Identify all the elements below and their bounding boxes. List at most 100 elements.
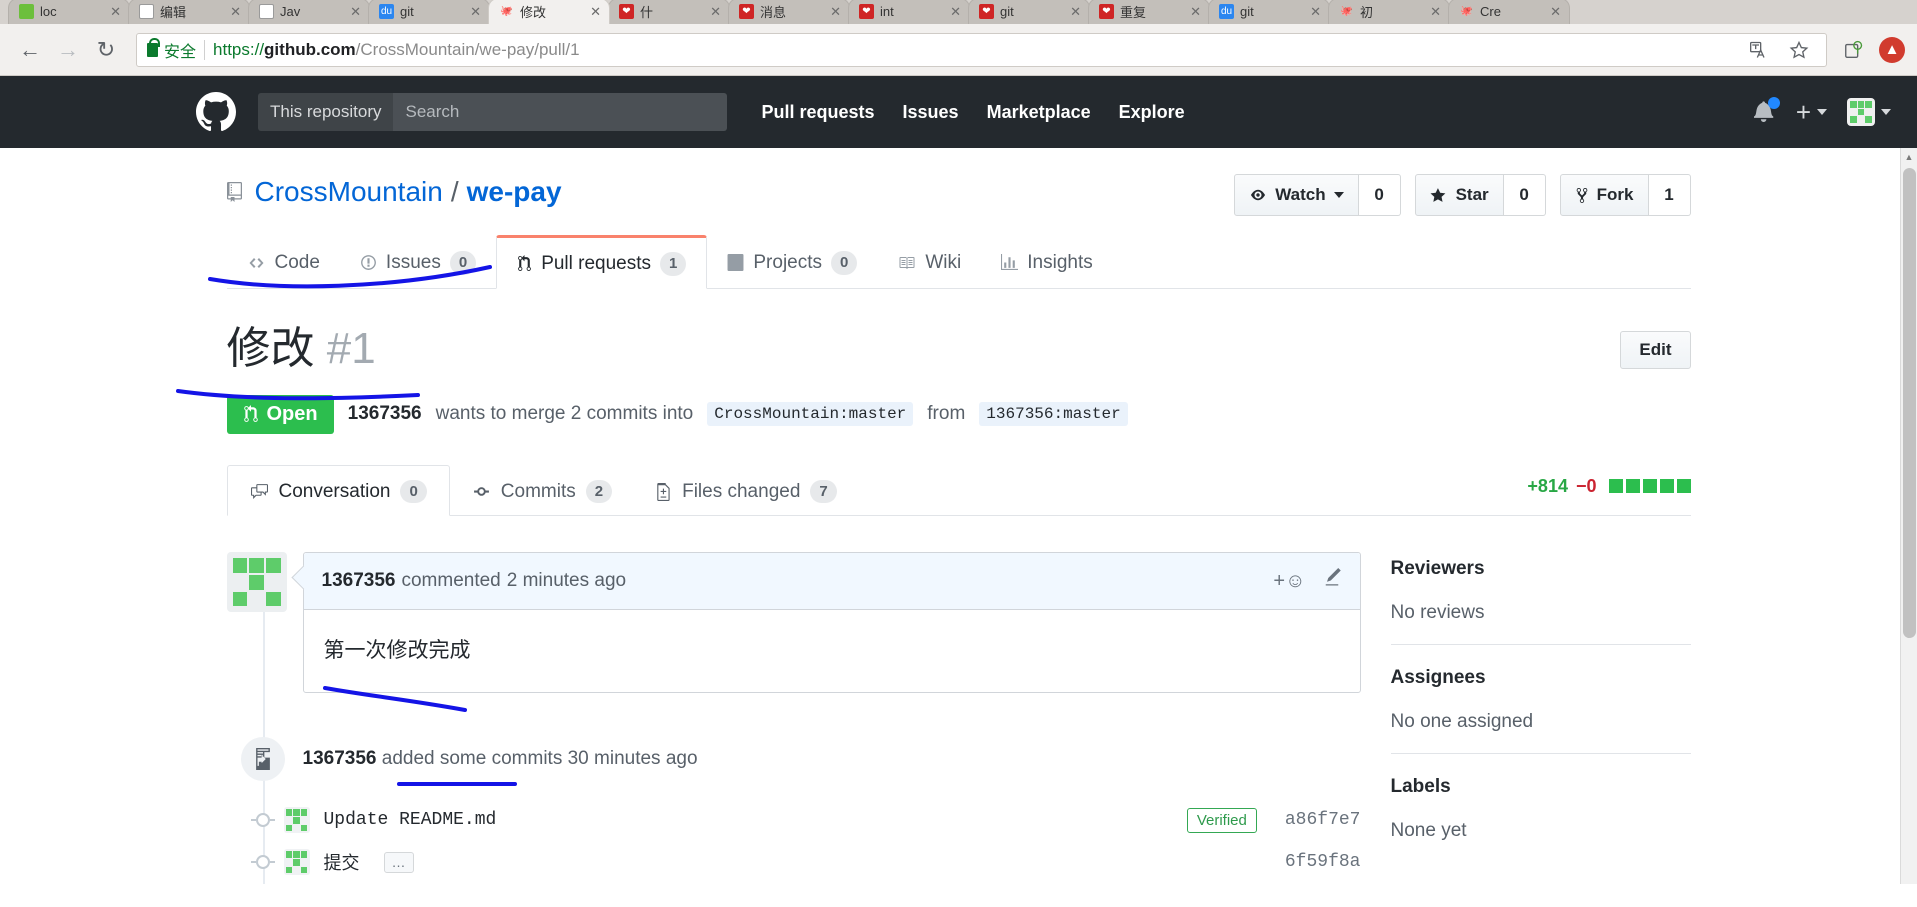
avatar[interactable] bbox=[283, 849, 310, 876]
sidebar-heading[interactable]: Reviewers bbox=[1391, 558, 1691, 580]
url-text: https://github.com/CrossMountain/we-pay/… bbox=[213, 40, 580, 60]
address-bar[interactable]: 安全 https://github.com/CrossMountain/we-p… bbox=[136, 32, 1827, 67]
user-avatar-icon bbox=[1847, 98, 1875, 126]
page-scrollbar[interactable]: ▲ bbox=[1900, 148, 1917, 885]
repo-tab-pull-requests[interactable]: Pull requests 1 bbox=[496, 235, 708, 289]
repo-tab-insights[interactable]: Insights bbox=[981, 235, 1112, 289]
watch-button-group[interactable]: Watch 0 bbox=[1234, 174, 1401, 216]
forward-arrow-icon[interactable]: → bbox=[50, 32, 86, 68]
close-icon[interactable]: ✕ bbox=[1190, 4, 1201, 20]
base-branch-chip[interactable]: CrossMountain:master bbox=[707, 402, 914, 427]
close-icon[interactable]: ✕ bbox=[590, 4, 601, 20]
sidebar-heading[interactable]: Labels bbox=[1391, 776, 1691, 798]
browser-tab[interactable]: ❤ 重复 ✕ bbox=[1088, 0, 1210, 24]
repo-tab-wiki[interactable]: Wiki bbox=[877, 235, 981, 289]
back-arrow-icon[interactable]: ← bbox=[12, 32, 48, 68]
pencil-icon[interactable] bbox=[1322, 568, 1342, 594]
browser-tab[interactable]: loc ✕ bbox=[8, 0, 130, 24]
commit-sha[interactable]: a86f7e7 bbox=[1285, 810, 1361, 830]
sidebar-value: No one assigned bbox=[1390, 711, 1534, 733]
avatar[interactable] bbox=[226, 552, 287, 613]
repo-tab-issues[interactable]: Issues 0 bbox=[340, 235, 496, 289]
watch-button[interactable]: Watch bbox=[1234, 174, 1359, 216]
close-icon[interactable]: ✕ bbox=[950, 4, 961, 20]
pr-tab-commits[interactable]: Commits 2 bbox=[450, 465, 634, 517]
browser-tab[interactable]: 🐙 初 ✕ bbox=[1328, 0, 1450, 24]
profile-avatar-icon[interactable]: ▲ bbox=[1879, 36, 1905, 63]
repo-name-link[interactable]: we-pay bbox=[467, 176, 562, 208]
repo-tab-code[interactable]: Code bbox=[227, 235, 340, 289]
close-icon[interactable]: ✕ bbox=[1070, 4, 1081, 20]
star-count[interactable]: 0 bbox=[1503, 174, 1546, 216]
fork-count[interactable]: 1 bbox=[1648, 174, 1691, 216]
head-branch-chip[interactable]: 1367356:master bbox=[979, 402, 1128, 427]
commit-message[interactable]: Update README.md bbox=[324, 810, 497, 830]
browser-tab[interactable]: ☐ Jav ✕ bbox=[248, 0, 370, 24]
nav-explore[interactable]: Explore bbox=[1119, 102, 1185, 123]
pr-state-label: Open bbox=[266, 402, 318, 425]
star-label: Star bbox=[1455, 185, 1489, 204]
close-icon[interactable]: ✕ bbox=[1430, 4, 1441, 20]
nav-pull-requests[interactable]: Pull requests bbox=[761, 102, 874, 123]
browser-tab[interactable]: ❤ git ✕ bbox=[968, 0, 1090, 24]
commit-sha[interactable]: 6f59f8a bbox=[1285, 852, 1361, 872]
search-scope[interactable]: This repository bbox=[258, 93, 394, 131]
timeline-event-time: 30 minutes ago bbox=[567, 748, 698, 770]
nav-marketplace[interactable]: Marketplace bbox=[987, 102, 1091, 123]
close-icon[interactable]: ✕ bbox=[1310, 4, 1321, 20]
browser-tab[interactable]: du git ✕ bbox=[1208, 0, 1330, 24]
timeline-event-author[interactable]: 1367356 bbox=[303, 748, 377, 769]
browser-tab-active[interactable]: 🐙 修改 ✕ bbox=[488, 0, 610, 24]
translate-icon[interactable] bbox=[1742, 33, 1776, 67]
status-badge[interactable]: Verified bbox=[1186, 807, 1257, 833]
browser-tab[interactable]: ❤ 什 ✕ bbox=[608, 0, 730, 24]
repo-owner-link[interactable]: CrossMountain bbox=[255, 176, 443, 208]
close-icon[interactable]: ✕ bbox=[1550, 4, 1561, 20]
sidebar-heading[interactable]: Assignees bbox=[1391, 667, 1691, 689]
pr-tab-conversation[interactable]: Conversation 0 bbox=[226, 464, 450, 517]
page-favicon: ☐ bbox=[259, 4, 274, 19]
pr-tab-files-changed[interactable]: Files changed 7 bbox=[634, 465, 859, 517]
bell-icon[interactable] bbox=[1753, 97, 1780, 125]
avatar[interactable] bbox=[283, 807, 310, 834]
close-icon[interactable]: ✕ bbox=[350, 4, 361, 20]
fork-button-group[interactable]: Fork 1 bbox=[1559, 174, 1691, 216]
scrollbar-thumb[interactable] bbox=[1903, 168, 1916, 638]
browser-tab[interactable]: ❤ 消息 ✕ bbox=[728, 0, 850, 24]
fork-button[interactable]: Fork bbox=[1559, 174, 1649, 216]
star-icon[interactable] bbox=[1782, 33, 1816, 67]
watch-count[interactable]: 0 bbox=[1358, 174, 1401, 216]
github-mark-icon[interactable] bbox=[196, 92, 236, 132]
close-icon[interactable]: ✕ bbox=[710, 4, 721, 20]
secure-indicator[interactable]: 安全 bbox=[147, 37, 196, 62]
add-reaction-icon[interactable]: +☺ bbox=[1273, 570, 1305, 593]
account-menu[interactable] bbox=[1847, 98, 1891, 126]
browser-tab[interactable]: ❤ int ✕ bbox=[848, 0, 970, 24]
search-input[interactable]: Search bbox=[393, 93, 728, 131]
close-icon[interactable]: ✕ bbox=[110, 4, 121, 20]
pr-author[interactable]: 1367356 bbox=[348, 403, 422, 425]
browser-tabstrip[interactable]: loc ✕ ✎ 编辑 ✕ ☐ Jav ✕ du git ✕ 🐙 修改 ✕ ❤ 什… bbox=[0, 0, 1917, 24]
browser-tab[interactable]: 🐙 Cre ✕ bbox=[1448, 0, 1570, 24]
close-icon[interactable]: ✕ bbox=[470, 4, 481, 20]
browser-tab[interactable]: du git ✕ bbox=[368, 0, 490, 24]
scroll-up-icon[interactable]: ▲ bbox=[1901, 148, 1917, 165]
close-icon[interactable]: ✕ bbox=[830, 4, 841, 20]
create-new-menu[interactable]: + bbox=[1796, 99, 1827, 125]
header-right-actions: + bbox=[1753, 97, 1891, 126]
comment-bubble: 1367356 commented 2 minutes ago +☺ 第一次修改… bbox=[302, 552, 1361, 694]
comment-author[interactable]: 1367356 bbox=[322, 570, 396, 592]
browser-tab[interactable]: ✎ 编辑 ✕ bbox=[128, 0, 250, 24]
reload-icon[interactable]: ↻ bbox=[88, 32, 124, 68]
extension-icon[interactable] bbox=[1837, 33, 1871, 67]
repo-tab-projects[interactable]: Projects 0 bbox=[707, 235, 877, 289]
star-button[interactable]: Star bbox=[1414, 174, 1504, 216]
conversation-main: 1367356 commented 2 minutes ago +☺ 第一次修改… bbox=[226, 552, 1361, 885]
commit-message[interactable]: 提交 bbox=[324, 849, 360, 875]
edit-button[interactable]: Edit bbox=[1620, 330, 1691, 369]
nav-issues[interactable]: Issues bbox=[903, 102, 959, 123]
close-icon[interactable]: ✕ bbox=[230, 4, 241, 20]
star-button-group[interactable]: Star 0 bbox=[1414, 174, 1546, 216]
commit-expand-button[interactable]: … bbox=[383, 851, 414, 873]
search-area[interactable]: This repository Search bbox=[258, 93, 728, 131]
